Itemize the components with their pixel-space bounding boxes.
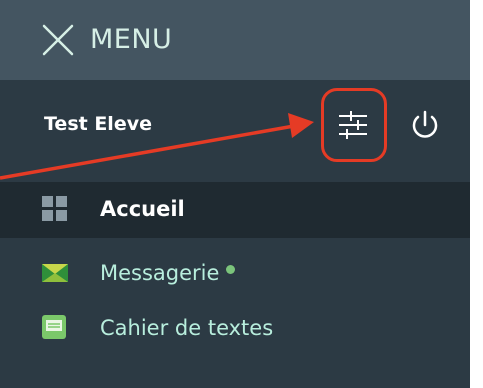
annotation-arrow [0,113,314,180]
